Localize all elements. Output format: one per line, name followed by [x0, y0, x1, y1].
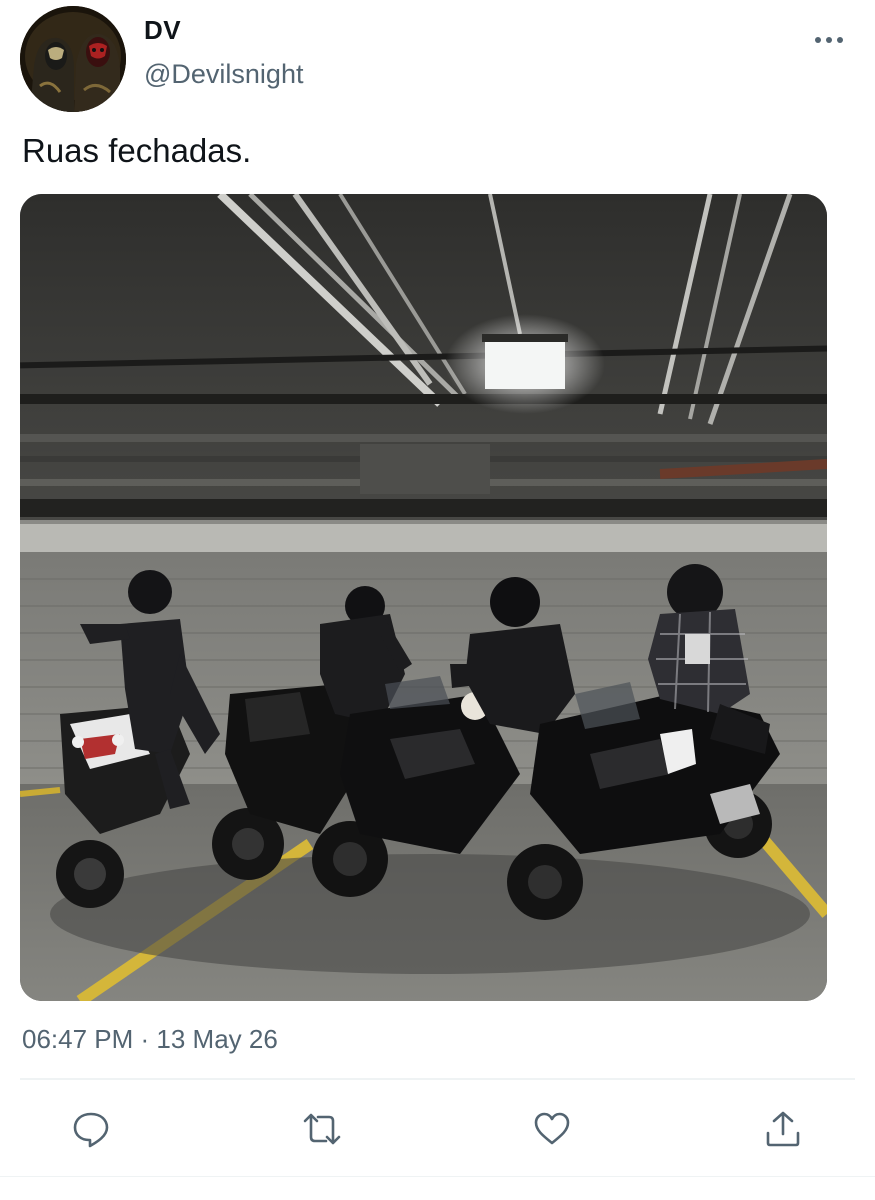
author-info: DV @Devilsnight	[144, 14, 303, 92]
author-handle[interactable]: @Devilsnight	[144, 56, 303, 92]
bottom-divider	[0, 1176, 875, 1177]
display-name[interactable]: DV	[144, 14, 303, 46]
reply-button[interactable]	[66, 1104, 116, 1154]
divider	[20, 1078, 855, 1080]
speech-bubble-icon	[73, 1112, 109, 1148]
more-options-button[interactable]	[811, 28, 847, 52]
tweet-timestamp[interactable]: 06:47 PM · 13 May 26	[22, 1022, 278, 1056]
more-dots-icon	[815, 37, 843, 43]
avatar[interactable]	[20, 6, 126, 112]
heart-icon	[534, 1112, 570, 1145]
share-button[interactable]	[758, 1104, 808, 1154]
avatar-image	[20, 6, 126, 112]
tweet-header: DV @Devilsnight	[20, 6, 855, 112]
tweet-text: Ruas fechadas.	[22, 132, 252, 169]
retweet-button[interactable]	[297, 1104, 347, 1154]
tweet-actions	[0, 1100, 875, 1160]
motorcycles-photo	[20, 194, 827, 1001]
retweet-arrows-icon	[303, 1113, 341, 1145]
like-button[interactable]	[527, 1104, 577, 1154]
share-upload-icon	[766, 1111, 800, 1147]
tweet-media[interactable]	[20, 194, 827, 1001]
